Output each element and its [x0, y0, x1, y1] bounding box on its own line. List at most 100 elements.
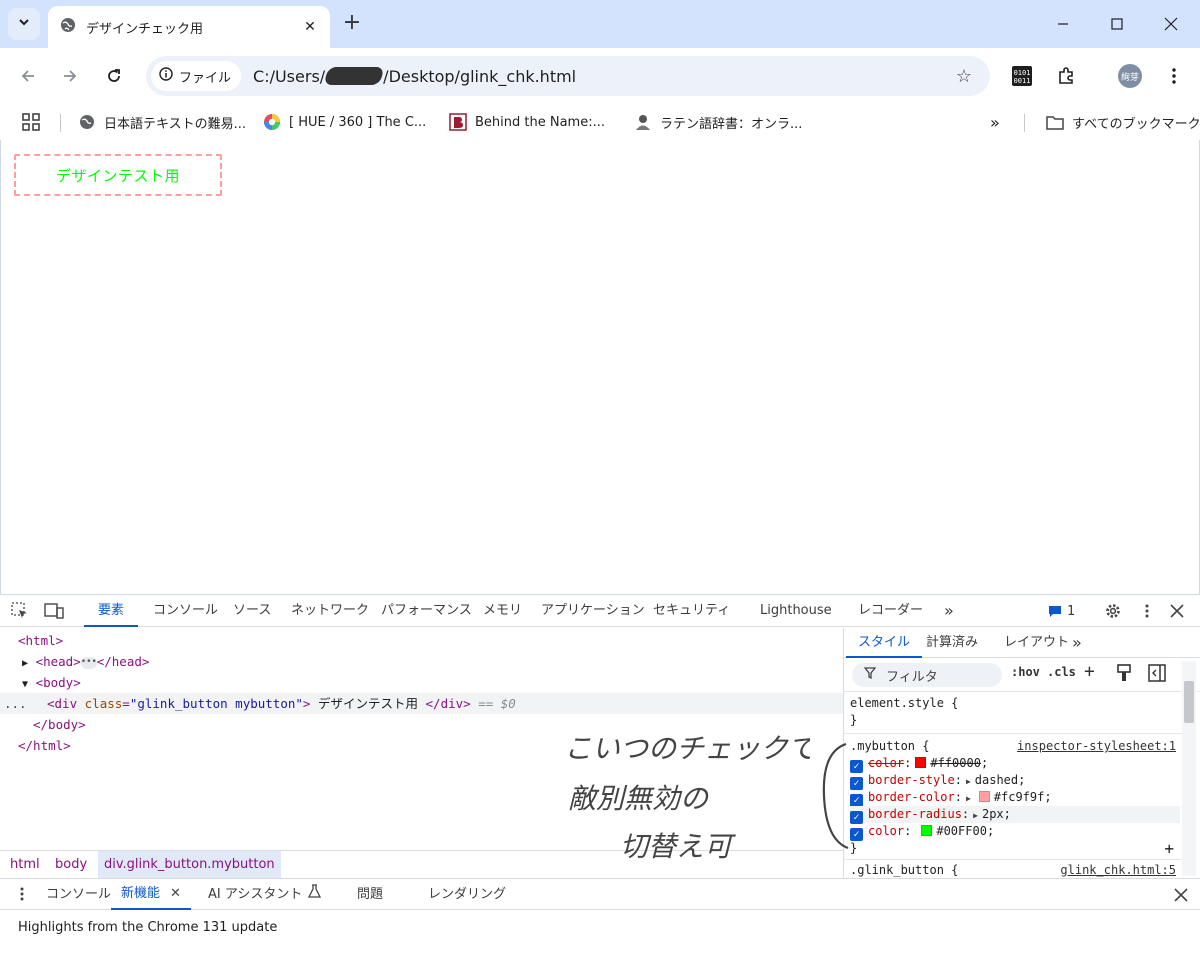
toggle-sidebar-icon[interactable] — [1148, 664, 1166, 685]
dom-node-html-close[interactable]: </html> — [0, 735, 843, 756]
close-drawer-tab-icon[interactable]: ✕ — [170, 878, 181, 909]
expand-triangle-icon[interactable]: ▶ — [966, 794, 971, 803]
breadcrumb-body[interactable]: body — [49, 851, 93, 878]
dom-node-html[interactable]: <html> — [0, 630, 843, 651]
styles-more-button[interactable]: » — [1072, 628, 1082, 658]
devtools-menu-icon[interactable] — [1137, 601, 1157, 621]
tab-network[interactable]: ネットワーク — [291, 595, 369, 627]
bookmark-label: 日本語テキストの難易... — [104, 116, 247, 132]
expand-triangle-icon[interactable]: ▶ — [966, 777, 971, 786]
styles-filter-input[interactable]: フィルタ — [852, 663, 1002, 687]
site-info-label: ファイル — [179, 70, 232, 86]
property-name: color — [868, 756, 905, 770]
browser-menu-icon[interactable] — [1160, 62, 1188, 90]
profile-avatar[interactable]: 絢芽 — [1118, 64, 1142, 88]
collapse-triangle-icon[interactable]: ▼ — [22, 679, 28, 690]
drawer-tab-whats-new[interactable]: 新機能 ✕ — [111, 879, 191, 910]
tab-security[interactable]: セキュリティ — [653, 595, 730, 627]
rule-source-link[interactable]: glink_chk.html:5 — [1060, 862, 1176, 878]
dom-node-body-close[interactable]: </body> — [0, 714, 843, 735]
bookmark-item[interactable]: Behind the Name:... — [449, 112, 605, 132]
tab-title: デザインチェック用 — [86, 21, 204, 37]
back-arrow-icon[interactable] — [14, 62, 42, 90]
drawer-tab-console[interactable]: コンソール — [46, 879, 111, 910]
tab-memory[interactable]: メモリ — [483, 595, 522, 627]
inspect-element-icon[interactable] — [10, 601, 30, 621]
dom-node-div-selected[interactable]: ... <div class="glink_button mybutton"> … — [0, 693, 843, 714]
drawer-tab-rendering[interactable]: レンダリング — [428, 879, 506, 910]
mybutton-rule-header[interactable]: .mybutton { inspector-stylesheet:1 — [850, 738, 1180, 755]
expand-triangle-icon[interactable]: ▶ — [973, 811, 978, 820]
breadcrumb-div[interactable]: div.glink_button.mybutton — [98, 851, 281, 878]
drawer-tab-label: AI アシスタント — [208, 887, 303, 902]
new-tab-button[interactable]: + — [340, 12, 364, 36]
row-dots-icon[interactable]: ... — [4, 693, 27, 714]
declaration-border-style[interactable]: ✓ border-style: ▶ dashed; — [850, 772, 1180, 790]
rule-source-link[interactable]: inspector-stylesheet:1 — [1017, 738, 1176, 755]
breadcrumb-html[interactable]: html — [4, 851, 46, 878]
tab-computed[interactable]: 計算済み — [926, 628, 978, 658]
address-bar[interactable]: ファイル C:/Users/ /Desktop/glink_chk.html ☆ — [146, 56, 990, 96]
maximize-button[interactable] — [1102, 10, 1132, 38]
paint-brush-icon[interactable] — [1116, 664, 1132, 685]
new-rule-plus-icon[interactable]: + — [1084, 661, 1095, 682]
declaration-border-color[interactable]: ✓ border-color: ▶ #fc9f9f; — [850, 789, 1180, 807]
declaration-color-1[interactable]: ✓ color: #ff0000; — [850, 755, 1180, 773]
extensions-puzzle-icon[interactable] — [1052, 62, 1080, 90]
site-info-chip[interactable]: ファイル — [151, 61, 242, 91]
color-swatch[interactable] — [915, 757, 927, 768]
forward-arrow-icon[interactable] — [56, 62, 84, 90]
tab-search-button[interactable] — [8, 8, 40, 40]
declaration-color-2[interactable]: ✓ color: #00FF00; — [850, 823, 1180, 841]
add-declaration-plus-icon[interactable]: + — [1164, 840, 1174, 857]
styles-scrollbar[interactable] — [1182, 661, 1196, 876]
hov-button[interactable]: :hov — [1011, 665, 1040, 679]
dom-node-body[interactable]: ▼ <body> — [0, 672, 843, 693]
element-style-selector[interactable]: element.style { — [850, 695, 1180, 712]
bookmark-item[interactable]: ラテン語辞書：オンラ... — [634, 112, 802, 132]
url-text[interactable]: C:/Users/ /Desktop/glink_chk.html — [253, 67, 576, 86]
drawer-tab-issues[interactable]: 問題 — [357, 879, 383, 910]
reload-icon[interactable] — [100, 62, 128, 90]
color-swatch[interactable] — [921, 825, 933, 836]
bookmark-item[interactable]: 日本語テキストの難易... — [78, 112, 246, 132]
glink-button-rule-header[interactable]: .glink_button { glink_chk.html:5 — [850, 862, 1180, 878]
tab-layout[interactable]: レイアウト — [1004, 628, 1069, 658]
more-tabs-button[interactable]: » — [944, 595, 954, 627]
bookmark-star-icon[interactable]: ☆ — [956, 66, 972, 87]
drawer-tab-ai-assistant[interactable]: AI アシスタント — [208, 879, 322, 910]
tab-sources[interactable]: ソース — [233, 595, 271, 627]
minimize-button[interactable] — [1048, 10, 1078, 38]
close-devtools-icon[interactable] — [1167, 601, 1187, 621]
tab-performance[interactable]: パフォーマンス — [381, 595, 472, 627]
scrollbar-thumb[interactable] — [1184, 681, 1194, 723]
expand-triangle-icon[interactable]: ▶ — [22, 658, 28, 669]
tab-elements[interactable]: 要素 — [84, 595, 139, 627]
dom-node-head[interactable]: ▶ <head>•••</head> — [0, 651, 843, 672]
bookmark-item[interactable]: [ HUE / 360 ] The C... — [263, 112, 426, 132]
tab-application[interactable]: アプリケーション — [541, 595, 645, 627]
drawer-menu-icon[interactable] — [12, 884, 32, 904]
declaration-border-radius[interactable]: ✓ border-radius: ▶ 2px; — [850, 806, 1180, 824]
drawer-tabs: コンソール 新機能 ✕ AI アシスタント 問題 レンダリング — [0, 878, 1200, 910]
browser-tab-active[interactable]: デザインチェック用 ✕ — [48, 6, 330, 48]
all-bookmarks-button[interactable]: すべてのブックマーク — [1046, 112, 1200, 132]
close-tab-icon[interactable]: ✕ — [300, 17, 320, 37]
glink-demo-button[interactable]: デザインテスト用 — [14, 154, 222, 196]
window-close-button[interactable] — [1156, 10, 1186, 38]
tab-lighthouse[interactable]: Lighthouse — [760, 595, 832, 627]
tab-console[interactable]: コンソール — [153, 595, 218, 627]
tab-recorder[interactable]: レコーダー — [858, 595, 923, 627]
apps-grid-icon[interactable] — [22, 112, 40, 132]
ellipsis-icon[interactable]: ••• — [80, 656, 97, 669]
gear-icon[interactable] — [1103, 601, 1123, 621]
device-toolbar-icon[interactable] — [44, 601, 64, 621]
issues-counter[interactable]: 1 — [1048, 601, 1084, 621]
close-drawer-icon[interactable] — [1171, 885, 1191, 905]
tab-styles[interactable]: スタイル — [846, 628, 923, 658]
binary-extension-icon[interactable]: 0101 0011 — [1008, 62, 1036, 90]
cls-button[interactable]: .cls — [1047, 665, 1076, 679]
styles-pane: スタイル 計算済み レイアウト » フィルタ :hov .cls + eleme… — [843, 628, 1200, 878]
color-swatch[interactable] — [978, 791, 990, 802]
bookmarks-overflow-button[interactable]: » — [990, 112, 1000, 132]
